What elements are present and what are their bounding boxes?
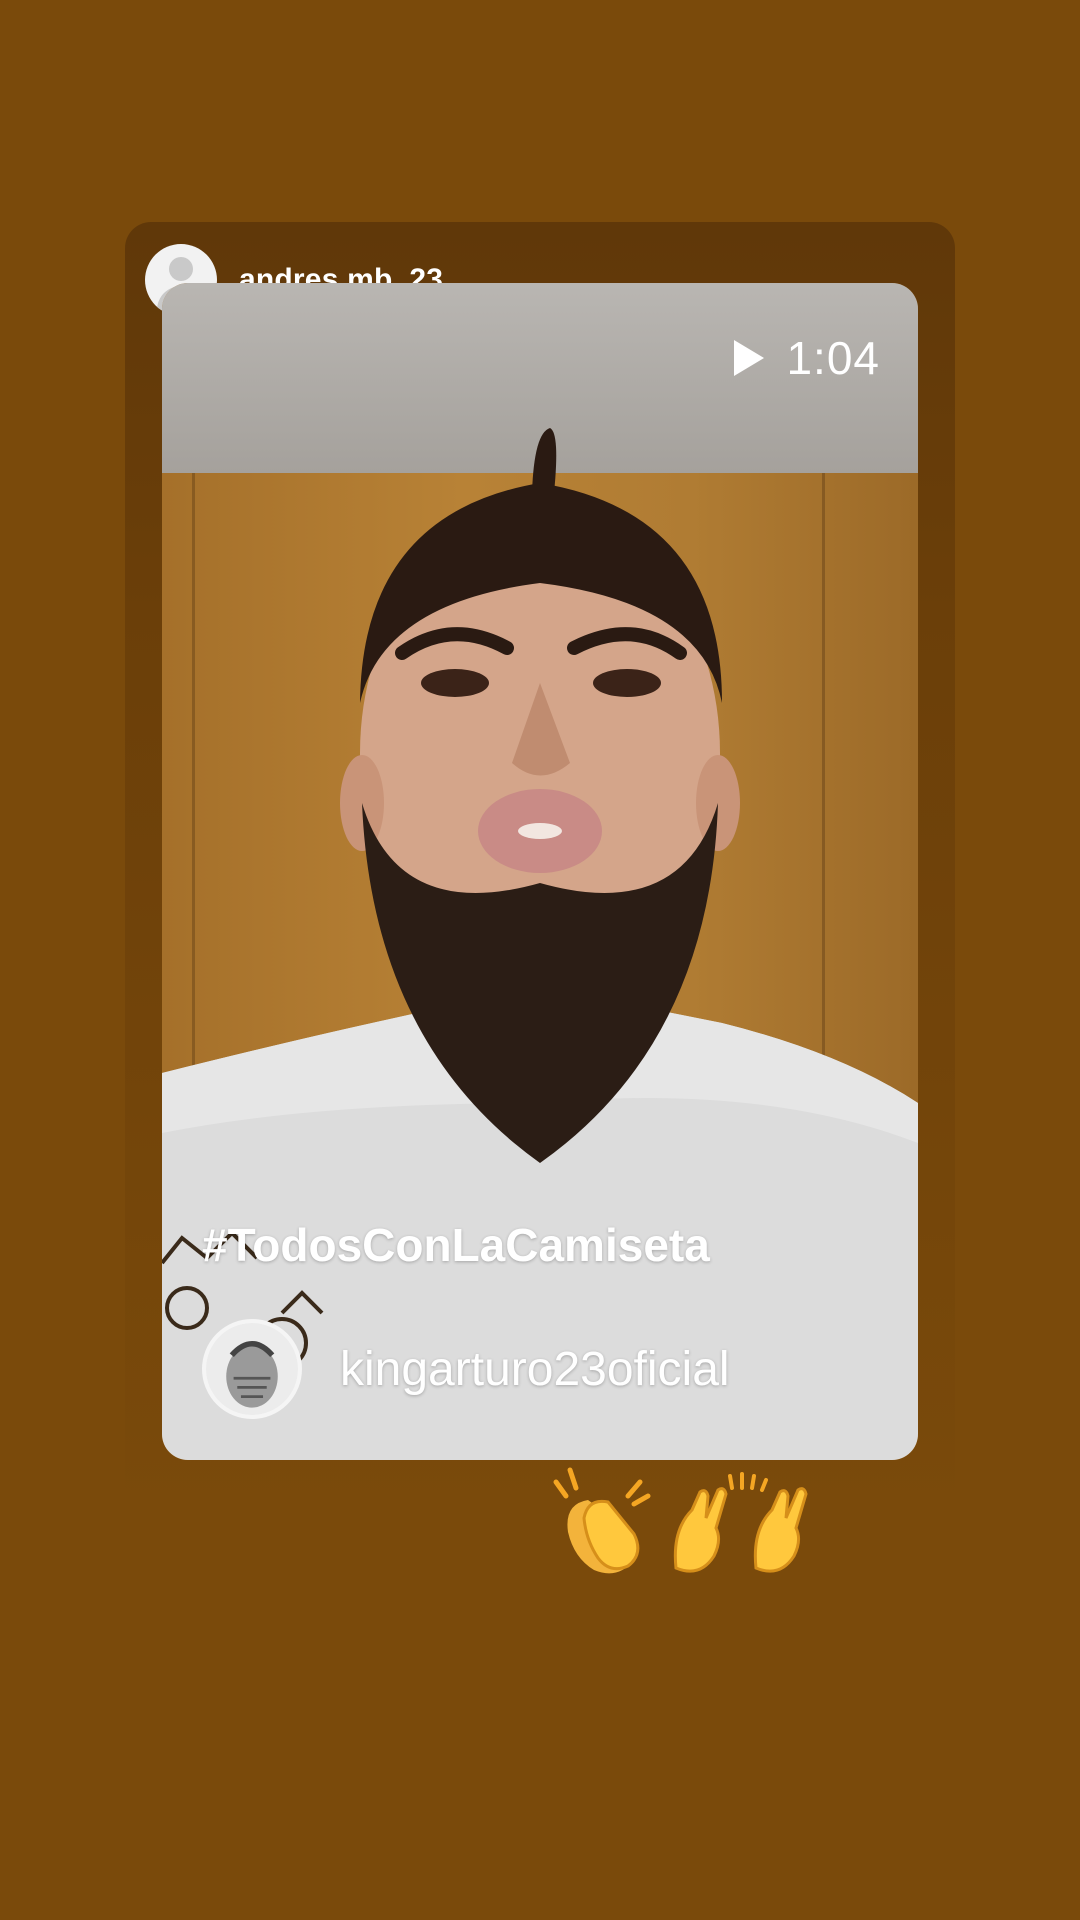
mention-username[interactable]: kingarturo23oficial <box>340 1342 730 1397</box>
emoji-stickers <box>548 1462 816 1585</box>
clapping-hands-icon <box>548 1462 660 1585</box>
play-icon[interactable] <box>734 340 765 376</box>
mention-avatar[interactable] <box>202 1319 302 1419</box>
raised-hands-icon <box>666 1470 816 1585</box>
person-illustration <box>162 428 918 1460</box>
video-duration: 1:04 <box>786 332 880 384</box>
hashtag-sticker[interactable]: #TodosConLaCamiseta <box>202 1218 710 1272</box>
story-screen: andres.mb_23 1:04 #TodosConLaCamiseta ki… <box>0 0 1080 1920</box>
video-thumbnail[interactable]: 1:04 #TodosConLaCamiseta kingarturo23ofi… <box>162 283 918 1460</box>
mention-sticker[interactable]: kingarturo23oficial <box>202 1319 730 1419</box>
play-overlay[interactable]: 1:04 <box>734 331 880 385</box>
